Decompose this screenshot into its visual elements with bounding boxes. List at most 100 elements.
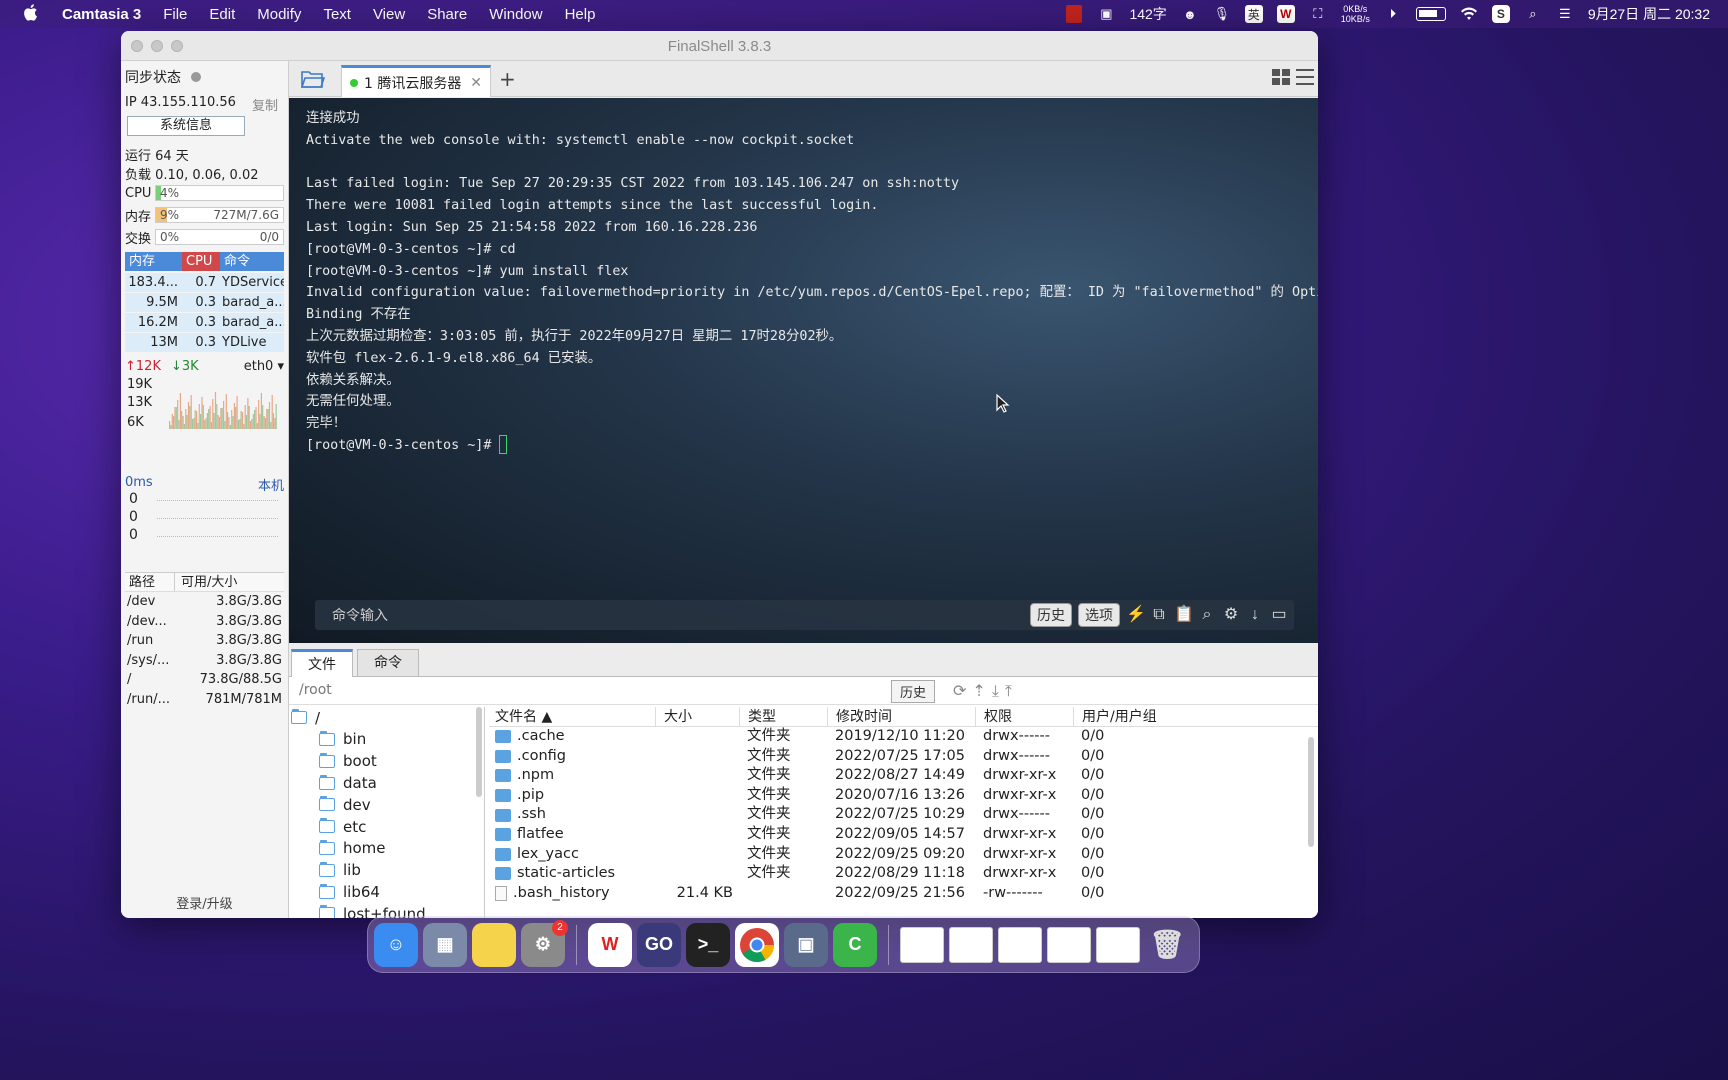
- camtasia-icon[interactable]: C: [833, 922, 877, 967]
- options-button[interactable]: 选项: [1078, 603, 1120, 627]
- spotlight-icon[interactable]: ⌕: [1524, 5, 1542, 23]
- upload-icon[interactable]: ⤒: [1005, 681, 1012, 701]
- path-input[interactable]: /root: [299, 682, 332, 698]
- tab-commands[interactable]: 命令: [357, 649, 419, 677]
- menu-modify[interactable]: Modify: [257, 6, 301, 23]
- tree-item[interactable]: bin: [289, 729, 484, 751]
- tree-item[interactable]: lib64: [289, 881, 484, 903]
- disk-row[interactable]: /sys/... 3.8G/3.8G: [125, 651, 284, 671]
- screen-share-icon[interactable]: ▣: [1097, 5, 1115, 23]
- minimized-window-thumbnail[interactable]: [1047, 926, 1091, 963]
- minimized-window-thumbnail[interactable]: [900, 926, 944, 963]
- copy-icon[interactable]: ⧉: [1150, 606, 1168, 624]
- tree-scrollbar[interactable]: [476, 707, 482, 797]
- minimized-window-thumbnail[interactable]: [949, 926, 993, 963]
- disk-row[interactable]: /run 3.8G/3.8G: [125, 631, 284, 651]
- file-row[interactable]: .cache 文件夹 2019/12/10 11:20 drwx------ 0/0: [489, 727, 1318, 747]
- disk-row[interactable]: /dev 3.8G/3.8G: [125, 592, 284, 612]
- process-row[interactable]: 9.5M 0.3 barad_a...: [125, 293, 284, 312]
- input-method-icon[interactable]: 英: [1244, 5, 1263, 23]
- disk-row[interactable]: /dev... 3.8G/3.8G: [125, 612, 284, 632]
- file-row[interactable]: .npm 文件夹 2022/08/27 14:49 drwxr-xr-x 0/0: [489, 766, 1318, 786]
- minimized-window-thumbnail[interactable]: [1096, 926, 1140, 963]
- s-app-icon[interactable]: S: [1491, 5, 1510, 23]
- system-info-button[interactable]: 系统信息: [127, 116, 245, 136]
- app-menu[interactable]: Camtasia 3: [62, 6, 141, 23]
- clock[interactable]: 9月27日 周二 20:32: [1588, 4, 1710, 24]
- battery-icon[interactable]: [1415, 7, 1446, 21]
- disk-path-header[interactable]: 路径: [125, 573, 175, 591]
- tab-tencent-server[interactable]: 1 腾讯云服务器 ✕: [341, 65, 491, 97]
- process-row[interactable]: 16.2M 0.3 barad_a...: [125, 313, 284, 332]
- menu-edit[interactable]: Edit: [209, 6, 235, 23]
- col-permissions[interactable]: 权限: [975, 707, 1073, 726]
- interface-select[interactable]: eth0 ▾: [244, 359, 284, 374]
- sort-by-command[interactable]: 命令: [220, 252, 284, 271]
- wps-icon[interactable]: W: [588, 922, 632, 967]
- menu-text[interactable]: Text: [323, 6, 351, 23]
- file-row[interactable]: .bash_history 21.4 KB 2022/09/25 21:56 -rw-…: [489, 884, 1318, 904]
- chrome-icon[interactable]: [735, 922, 779, 967]
- microphone-icon[interactable]: 🎙: [1213, 5, 1231, 23]
- menu-share[interactable]: Share: [427, 6, 467, 23]
- tab-files[interactable]: 文件: [291, 649, 353, 677]
- launchpad-icon[interactable]: ▦: [423, 922, 467, 967]
- trash-icon[interactable]: 🗑: [1145, 923, 1189, 967]
- path-history-button[interactable]: 历史: [891, 680, 936, 703]
- emoji-icon[interactable]: ☻: [1181, 5, 1199, 23]
- file-row[interactable]: lex_yacc 文件夹 2022/09/25 09:20 drwxr-xr-x 0/0: [489, 845, 1318, 865]
- file-row[interactable]: .config 文件夹 2022/07/25 17:05 drwx------ 0/0: [489, 747, 1318, 767]
- command-input[interactable]: 命令输入: [332, 605, 388, 625]
- network-speed[interactable]: 0KB/s 10KB/s: [1341, 4, 1370, 24]
- tree-root[interactable]: /: [289, 707, 484, 729]
- wifi-icon[interactable]: [1460, 5, 1478, 23]
- menu-list-icon[interactable]: [1296, 69, 1314, 85]
- menu-view[interactable]: View: [373, 6, 405, 23]
- terminal[interactable]: 连接成功 Activate the web console with: syste…: [289, 98, 1318, 643]
- col-size[interactable]: 大小: [655, 707, 739, 726]
- col-modified[interactable]: 修改时间: [827, 707, 975, 726]
- control-center-icon[interactable]: ☰: [1556, 5, 1574, 23]
- disk-row[interactable]: /73.8G/88.5G: [125, 670, 284, 690]
- terminal-prompt-line[interactable]: [root@VM-0-3-centos ~]#: [306, 435, 1318, 457]
- apple-icon[interactable]: [22, 3, 42, 26]
- file-list-scrollbar[interactable]: [1308, 737, 1314, 847]
- add-tab-icon[interactable]: +: [499, 67, 516, 91]
- grid-layout-icon[interactable]: [1272, 69, 1290, 85]
- login-upgrade-link[interactable]: 登录/升级: [125, 893, 284, 912]
- remote-desktop-icon[interactable]: ▣: [784, 922, 828, 967]
- process-row[interactable]: 183.4... 0.7 YDService: [125, 273, 284, 292]
- notes-icon[interactable]: [472, 922, 516, 967]
- play-icon[interactable]: ⏵: [1384, 5, 1402, 23]
- search-icon[interactable]: ⌕: [1198, 606, 1216, 624]
- menu-file[interactable]: File: [163, 6, 187, 23]
- tree-item[interactable]: etc: [289, 816, 484, 838]
- tree-item[interactable]: data: [289, 772, 484, 794]
- download-icon[interactable]: ⤓: [992, 681, 999, 701]
- file-row[interactable]: static-articles 文件夹 2022/08/29 11:18 drwxr-…: [489, 864, 1318, 884]
- sort-by-memory[interactable]: 内存: [125, 252, 182, 271]
- process-row[interactable]: 13M 0.3 YDLive: [125, 333, 284, 352]
- menu-window[interactable]: Window: [489, 6, 542, 23]
- file-row[interactable]: .pip 文件夹 2020/07/16 13:26 drwxr-xr-x 0/0: [489, 786, 1318, 806]
- parent-dir-icon[interactable]: ⇡: [972, 681, 985, 701]
- open-folder-icon[interactable]: [300, 69, 326, 89]
- terminal-icon[interactable]: >_: [686, 922, 730, 967]
- maximize-icon[interactable]: ▭: [1270, 606, 1288, 624]
- paste-icon[interactable]: 📋: [1174, 606, 1194, 624]
- tree-item[interactable]: boot: [289, 750, 484, 772]
- sort-by-cpu[interactable]: CPU: [182, 252, 220, 271]
- wps-menubar-icon[interactable]: W: [1276, 5, 1295, 23]
- download-arrow-icon[interactable]: ↓: [1246, 606, 1264, 624]
- col-type[interactable]: 类型: [739, 707, 827, 726]
- disk-row[interactable]: /run/... 781M/781M: [125, 690, 284, 710]
- goland-icon[interactable]: GO: [637, 922, 681, 967]
- word-count[interactable]: 142字: [1129, 4, 1166, 24]
- system-preferences-icon[interactable]: ⚙ 2: [521, 919, 568, 967]
- file-row[interactable]: .ssh 文件夹 2022/07/25 10:29 drwx------ 0/0: [489, 805, 1318, 825]
- history-button[interactable]: 历史: [1030, 603, 1072, 627]
- disk-size-header[interactable]: 可用/大小: [175, 573, 237, 591]
- copy-ip-button[interactable]: 复制: [252, 95, 278, 114]
- finder-icon[interactable]: ☺: [374, 922, 418, 967]
- close-tab-icon[interactable]: ✕: [470, 75, 482, 91]
